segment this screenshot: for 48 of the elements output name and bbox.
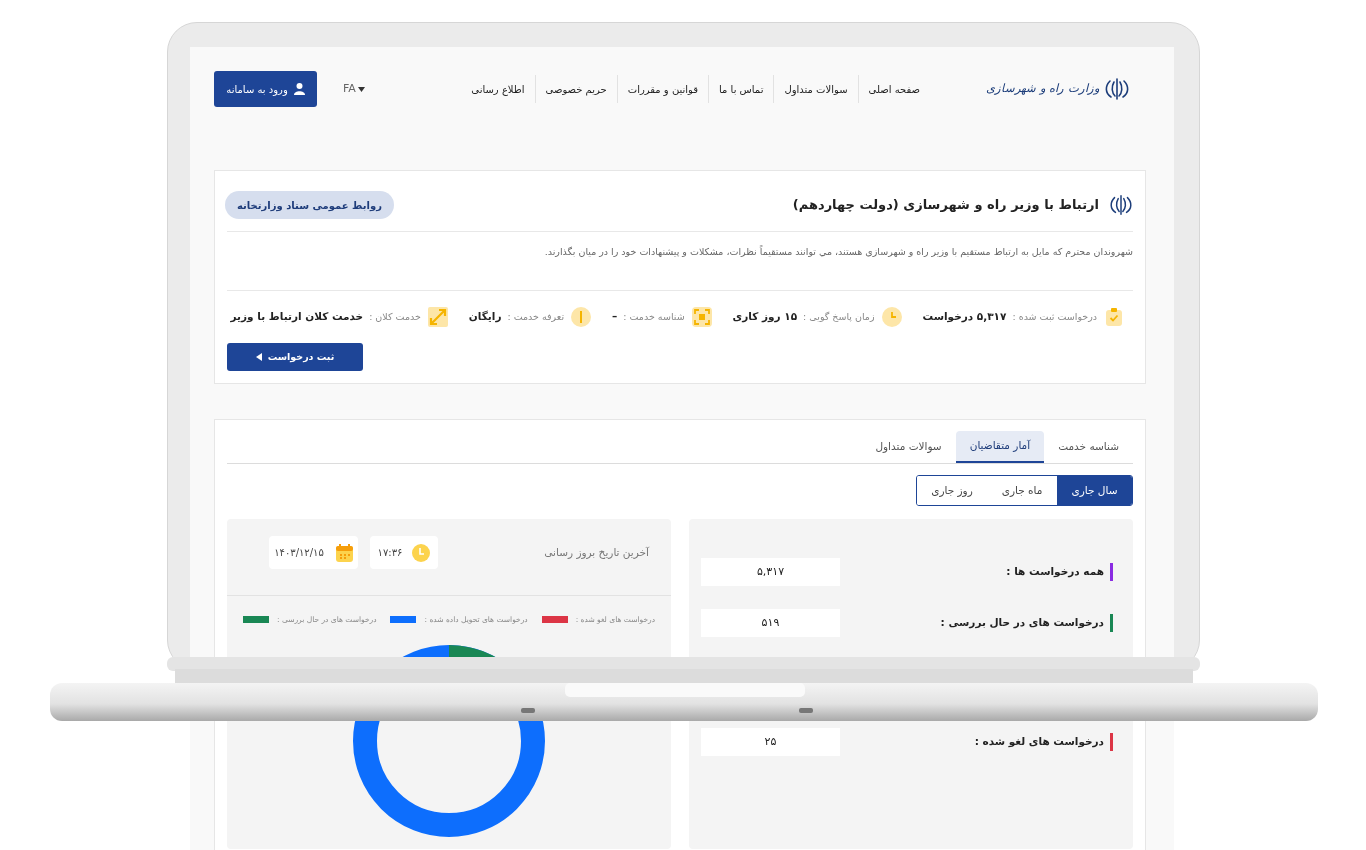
emblem-icon	[1104, 76, 1130, 102]
logo-text: وزارت راه و شهرسازی	[986, 80, 1100, 98]
info-label: تعرفه خدمت :	[507, 309, 565, 324]
info-value: خدمت کلان ارتباط با وزیر	[230, 309, 364, 325]
stat-value: ۲۵	[700, 728, 840, 756]
service-description: شهروندان محترم که مایل به ارتباط مستقیم با وزیر راه و شهرسازی هستند، مي توانند مستقیماً نظرات، مشکلات و پیشنهادات خود را در میان بگذارند.	[543, 245, 1133, 260]
emblem-icon	[1109, 193, 1133, 217]
nav-link[interactable]: سوالات متداول	[774, 81, 858, 97]
clipboard-icon	[1103, 306, 1125, 328]
expand-icon	[426, 306, 449, 328]
info-label: شناسه خدمت :	[623, 309, 685, 324]
nav-link[interactable]: قوانین و مقررات	[617, 81, 708, 97]
info-label: خدمت کلان :	[369, 309, 421, 324]
stat-label: همه درخواست ها :	[1006, 564, 1104, 580]
coin-icon	[570, 306, 593, 328]
stat-label: درخواست های لغو شده :	[974, 734, 1104, 750]
info-label: درخواست ثبت شده :	[1012, 309, 1097, 324]
clock-icon	[412, 543, 431, 562]
info-value: ۵,۳۱۷ درخواست	[922, 309, 1007, 325]
info-value: –	[612, 309, 618, 325]
stat-label: درخواست های در حال بررسی :	[940, 615, 1104, 631]
info-label: زمان پاسخ گویی :	[803, 309, 875, 324]
tab[interactable]: آمار متقاضیان	[955, 431, 1045, 463]
arrow-icon	[255, 353, 262, 361]
update-title: آخرین تاریخ بروز رسانی	[544, 544, 649, 561]
stat-value: ۵۱۹	[700, 609, 840, 637]
update-time: ۱۷:۳۶	[377, 546, 403, 560]
update-date: ۱۴۰۳/۱۲/۱۵	[274, 546, 324, 560]
nav-link[interactable]: تماس با ما	[709, 81, 774, 97]
login-button[interactable]: ورود به سامانه	[214, 71, 317, 107]
nav-link[interactable]: حریم خصوصی	[535, 81, 617, 97]
user-icon	[293, 83, 305, 95]
info-value: ۱۵ روز کاری	[732, 309, 798, 325]
department-badge: روابط عمومی ستاد وزارتخانه	[225, 191, 394, 219]
submit-request-button[interactable]: ثبت درخواست	[227, 343, 363, 371]
nav-link[interactable]: صفحه اصلی	[858, 81, 931, 97]
period-toggle[interactable]: سال جاری	[1057, 476, 1132, 505]
scan-icon	[690, 306, 713, 328]
stat-value: ۵,۳۱۷	[700, 558, 840, 586]
caret-icon	[357, 86, 365, 92]
tab[interactable]: شناسه خدمت	[1044, 431, 1133, 463]
language-selector[interactable]: FA	[343, 80, 365, 98]
tab[interactable]: سوالات متداول	[861, 431, 956, 463]
nav-link[interactable]: اطلاع رسانی	[461, 81, 535, 97]
clock-icon	[880, 306, 903, 328]
service-title: ارتباط با وزیر راه و شهرسازی (دولت چهاردهم)	[792, 196, 1099, 215]
info-value: رایگان	[468, 309, 502, 325]
calendar-icon	[335, 543, 353, 562]
